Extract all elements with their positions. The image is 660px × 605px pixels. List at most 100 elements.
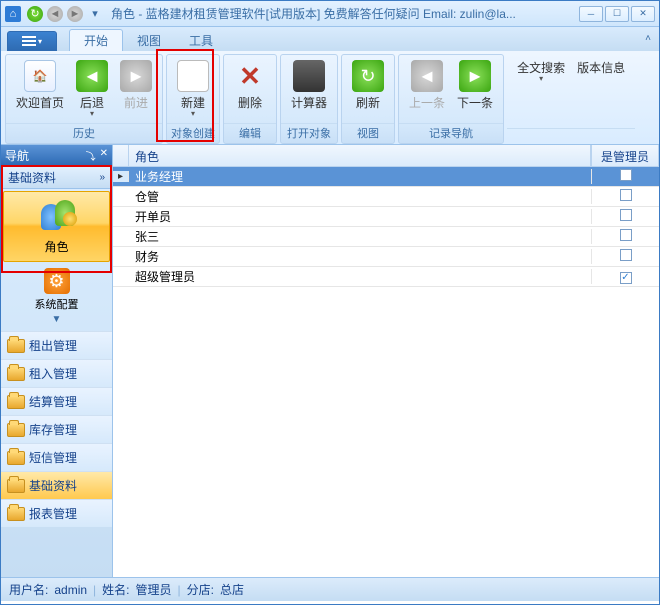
forward-button[interactable]: ►前进 [114,57,158,121]
table-row[interactable]: 超级管理员 ✓ [113,267,659,287]
status-branch-label: 分店: [187,581,214,598]
welcome-button[interactable]: 🏠欢迎首页 [10,57,70,121]
group-history-caption: 历史 [6,123,162,143]
cell-role: 财务 [129,248,591,265]
table-row[interactable]: 财务 [113,247,659,267]
nav-pin-icon[interactable]: ⤵ [86,148,96,163]
nav-category-item[interactable]: 租入管理 [1,359,112,387]
version-button[interactable]: 版本信息 [571,56,631,126]
nav-category-item[interactable]: 租出管理 [1,331,112,359]
folder-icon [7,507,25,521]
ribbon-collapse-icon[interactable]: ˄ [645,33,651,44]
ribbon-group-recnav: ◄上一条 ►下一条 记录导航 [398,54,504,144]
version-label: 版本信息 [577,59,625,76]
ribbon: 🏠欢迎首页 ◄后退▾ ►前进 历史 新建▾ 对象创建 ✕删除 编辑 计算器 打开… [1,51,659,145]
nav-category-label: 结算管理 [29,393,77,410]
next-record-button[interactable]: ►下一条 [451,57,499,121]
checkbox[interactable] [620,189,632,201]
cell-role: 超级管理员 [129,268,591,285]
checkbox[interactable] [620,209,632,221]
separator: | [93,583,96,597]
nav-title: 导航 [5,147,29,164]
status-user-value: admin [54,583,87,597]
back-button[interactable]: ◄后退▾ [70,57,114,121]
ribbon-tab-strip: ▾ 开始 视图 工具 ˄ [1,27,659,51]
nav-category-item[interactable]: 库存管理 [1,415,112,443]
minimize-button[interactable]: ─ [579,6,603,22]
ribbon-group-edit: ✕删除 编辑 [223,54,277,144]
cell-role: 业务经理 [129,168,591,185]
table-row[interactable]: 张三 [113,227,659,247]
house-icon: 🏠 [24,60,56,92]
scroll-down-icon[interactable]: ▼ [1,314,112,325]
checkbox[interactable] [620,229,632,241]
nav-item-role[interactable]: 角色 [3,191,110,262]
tab-tools-label: 工具 [189,32,213,49]
cell-role: 开单员 [129,208,591,225]
status-branch-value: 总店 [220,581,244,598]
col-admin-header[interactable]: 是管理员 [591,145,659,166]
folder-icon [7,367,25,381]
nav-category-item[interactable]: 结算管理 [1,387,112,415]
prev-record-button[interactable]: ◄上一条 [403,57,451,121]
new-button[interactable]: 新建▾ [171,57,215,121]
delete-button[interactable]: ✕删除 [228,57,272,121]
close-button[interactable]: ✕ [631,6,655,22]
delete-label: 删除 [238,94,262,111]
calculator-button[interactable]: 计算器 [285,57,333,121]
nav-item-sysconfig[interactable]: ⚙ 系统配置 ▼ [1,264,112,329]
chevron-down-icon: ▾ [191,109,195,118]
app-menu-button[interactable]: ▾ [7,31,57,51]
status-user-label: 用户名: [9,581,48,598]
nav-category-label: 基础资料 [29,477,77,494]
cell-admin [591,209,659,224]
tab-start[interactable]: 开始 [69,29,123,51]
next-label: 下一条 [457,94,493,111]
group-view-caption: 视图 [342,123,394,143]
folder-icon [7,451,25,465]
nav-category-item[interactable]: 报表管理 [1,499,112,527]
col-role-header[interactable]: 角色 [129,145,591,166]
fulltext-button[interactable]: 全文搜索▾ [511,56,571,126]
checkbox[interactable]: ✓ [620,272,632,284]
nav-section-label: 基础资料 [8,169,56,186]
maximize-button[interactable]: ☐ [605,6,629,22]
grid-body[interactable]: ▸业务经理仓管开单员张三财务超级管理员✓ [113,167,659,577]
row-indicator: ▸ [113,171,129,182]
cell-admin [591,169,659,184]
folder-icon [7,479,25,493]
table-row[interactable]: 仓管 [113,187,659,207]
checkbox[interactable] [620,249,632,261]
ribbon-group-history: 🏠欢迎首页 ◄后退▾ ►前进 历史 [5,54,163,144]
cell-admin [591,229,659,244]
nav-close-icon[interactable]: ✕ [100,148,108,163]
checkbox[interactable] [620,169,632,181]
nav-category-label: 库存管理 [29,421,77,438]
refresh-button[interactable]: ↻刷新 [346,57,390,121]
tab-view[interactable]: 视图 [123,29,175,51]
nav-category-item[interactable]: 短信管理 [1,443,112,471]
qat-dropdown-icon[interactable]: ▾ [87,6,103,22]
nav-item-role-label: 角色 [4,238,109,255]
nav-category-item[interactable]: 基础资料 [1,471,112,499]
quick-access-toolbar: ↻ ◄ ► ▾ [27,6,103,22]
home-icon[interactable]: ⌂ [5,6,21,22]
new-doc-icon [177,60,209,92]
people-icon [37,198,77,234]
cell-admin: ✓ [591,269,659,284]
grid-header: 角色 是管理员 [113,145,659,167]
chevron-down-icon: ▾ [539,74,543,83]
tab-tools[interactable]: 工具 [175,29,227,51]
nav-section-header[interactable]: 基础资料 » [1,165,112,189]
qat-next-icon[interactable]: ► [67,6,83,22]
titlebar: ⌂ ↻ ◄ ► ▾ 角色 - 蓝格建材租赁管理软件[试用版本] 免费解答任何疑问… [1,1,659,27]
qat-prev-icon[interactable]: ◄ [47,6,63,22]
table-row[interactable]: ▸业务经理 [113,167,659,187]
folder-icon [7,423,25,437]
ribbon-group-view: ↻刷新 视图 [341,54,395,144]
table-row[interactable]: 开单员 [113,207,659,227]
folder-icon [7,339,25,353]
qat-refresh-icon[interactable]: ↻ [27,6,43,22]
grid-indicator-header [113,145,129,166]
cell-role: 张三 [129,228,591,245]
